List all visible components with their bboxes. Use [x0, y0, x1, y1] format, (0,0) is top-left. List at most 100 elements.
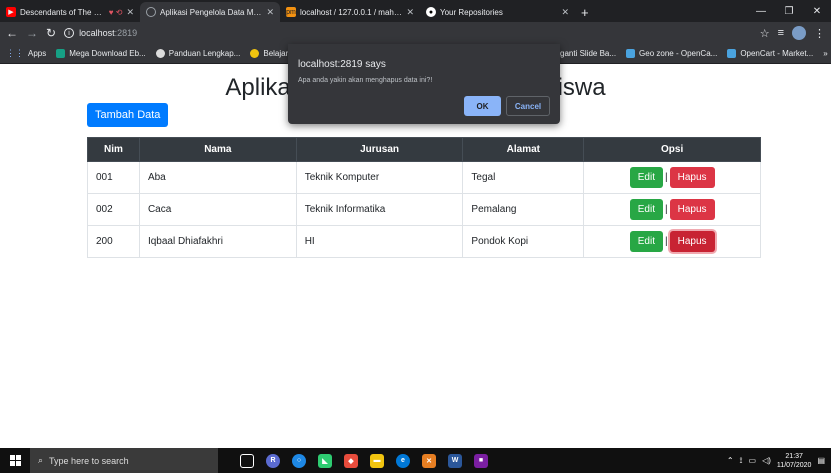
- bookmark-mega-download[interactable]: Mega Download Eb...: [56, 49, 146, 58]
- cell-opsi: Edit | Hapus: [583, 225, 761, 258]
- globe-icon: [146, 7, 156, 17]
- bookmark-label: Apps: [28, 49, 47, 58]
- bookmark-geo-zone[interactable]: Geo zone - OpenCa...: [626, 49, 717, 58]
- bookmark-label: Panduan Lengkap...: [168, 49, 241, 58]
- bookmark-icon: [56, 49, 66, 58]
- more-bookmarks-icon[interactable]: »: [823, 49, 827, 58]
- back-icon[interactable]: ←: [6, 26, 18, 40]
- playlist-icon[interactable]: ≡: [778, 27, 784, 39]
- address-bar: ← → ↻ i localhost:2819 ☆ ≡ ⋮: [0, 22, 831, 44]
- taskbar-apps: R ○ ◣ ◆ ▬ e ✕ W ■: [240, 453, 488, 468]
- star-icon[interactable]: ☆: [760, 27, 770, 40]
- cell-nim: 200: [87, 225, 140, 258]
- minimize-icon[interactable]: —: [747, 0, 775, 22]
- bookmark-icon: [250, 49, 260, 58]
- forward-icon[interactable]: →: [26, 26, 38, 40]
- dialog-message: Apa anda yakin akan menghapus data ini?!: [298, 77, 433, 84]
- tab-label: localhost / 127.0.0.1 / mahasiswa: [300, 7, 403, 17]
- delete-button[interactable]: Hapus: [669, 199, 715, 220]
- notifications-icon[interactable]: ▤: [817, 456, 825, 465]
- edit-button[interactable]: Edit: [629, 167, 663, 188]
- ok-button[interactable]: OK: [464, 96, 501, 116]
- word-icon[interactable]: W: [448, 453, 462, 468]
- app-icon[interactable]: ◆: [344, 453, 358, 468]
- bookmark-ganti-slide[interactable]: ganti Slide Ba...: [560, 49, 616, 58]
- cell-jurusan: HI: [295, 225, 464, 258]
- app-icon[interactable]: ■: [474, 453, 488, 468]
- volume-icon[interactable]: ◁): [762, 456, 771, 465]
- dialog-title: localhost:2819 says: [298, 59, 386, 70]
- reload-icon[interactable]: ↻: [46, 26, 56, 40]
- tab-descendants-of-the-sun[interactable]: ▶ Descendants of The Sun ♥ ⟲ ✕: [0, 2, 140, 22]
- confirm-dialog: localhost:2819 says Apa anda yakin akan …: [288, 44, 560, 124]
- app-icon[interactable]: ○: [292, 453, 306, 468]
- edit-button[interactable]: Edit: [629, 199, 663, 220]
- new-tab-button[interactable]: +: [575, 2, 595, 22]
- bookmark-opencart[interactable]: OpenCart - Market...: [727, 49, 813, 58]
- clock-time: 21:37: [785, 452, 803, 460]
- add-data-button[interactable]: Tambah Data: [87, 103, 169, 127]
- cell-jurusan: Teknik Informatika: [295, 193, 464, 226]
- cell-nim: 001: [87, 161, 140, 194]
- browser-tab-strip: ▶ Descendants of The Sun ♥ ⟲ ✕ Aplikasi …: [0, 0, 831, 22]
- clock[interactable]: 21:37 11/07/2020: [777, 452, 812, 470]
- delete-button[interactable]: Hapus: [669, 231, 715, 252]
- cell-nama: Caca: [138, 193, 297, 226]
- youtube-icon: ▶: [6, 7, 16, 17]
- close-icon[interactable]: ✕: [126, 7, 134, 18]
- delete-button[interactable]: Hapus: [669, 167, 715, 188]
- tab-phpmyadmin[interactable]: pm localhost / 127.0.0.1 / mahasiswa ✕: [280, 2, 420, 22]
- table-row: 200 Iqbaal Dhiafakhri HI Pondok Kopi Edi…: [87, 225, 761, 258]
- close-icon[interactable]: ✕: [406, 7, 414, 18]
- windows-taskbar: ⌕ Type here to search R ○ ◣ ◆ ▬ e ✕ W ■ …: [0, 448, 831, 473]
- task-view-icon[interactable]: [240, 453, 254, 468]
- restore-icon[interactable]: ❐: [775, 0, 803, 22]
- column-header-opsi: Opsi: [583, 137, 761, 162]
- app-icon[interactable]: R: [266, 453, 280, 468]
- xampp-icon[interactable]: ✕: [422, 453, 436, 468]
- cell-alamat: Pondok Kopi: [462, 225, 585, 258]
- bookmark-label: Geo zone - OpenCa...: [639, 49, 718, 58]
- close-icon[interactable]: ✕: [266, 7, 274, 18]
- window-controls: — ❐ ✕: [747, 0, 831, 22]
- search-placeholder: Type here to search: [49, 455, 129, 466]
- bookmark-icon: [727, 49, 737, 58]
- bookmark-label: ganti Slide Ba...: [560, 49, 617, 58]
- clock-date: 11/07/2020: [776, 461, 812, 469]
- close-icon[interactable]: ✕: [561, 7, 569, 18]
- system-tray: ⌃ ⟟ ▭ ◁) 21:37 11/07/2020 ▤: [727, 452, 831, 470]
- bookmark-label: OpenCart - Market...: [740, 49, 814, 58]
- button-separator: |: [664, 172, 668, 183]
- chevron-up-icon[interactable]: ⌃: [727, 456, 734, 465]
- close-window-icon[interactable]: ✕: [803, 0, 831, 22]
- avatar[interactable]: [792, 26, 806, 40]
- network-icon[interactable]: ⟟: [740, 456, 743, 466]
- menu-icon[interactable]: ⋮: [814, 27, 825, 40]
- cancel-button[interactable]: Cancel: [506, 96, 550, 116]
- windows-start-icon[interactable]: [0, 455, 30, 466]
- tab-label: Aplikasi Pengelola Data Mahasisw: [160, 7, 263, 17]
- bookmark-apps[interactable]: ⋮⋮ Apps: [6, 48, 46, 59]
- github-icon: ●: [426, 7, 436, 17]
- bookmark-panduan[interactable]: Panduan Lengkap...: [155, 49, 241, 58]
- battery-icon[interactable]: ▭: [749, 456, 757, 465]
- column-header-nim: Nim: [87, 137, 140, 162]
- cell-nama: Iqbaal Dhiafakhri: [138, 225, 297, 258]
- tab-repositories[interactable]: ● Your Repositories ✕: [420, 2, 575, 22]
- student-table: Nim Nama Jurusan Alamat Opsi 001 Aba Tek…: [87, 137, 761, 258]
- button-separator: |: [664, 204, 668, 215]
- app-icon[interactable]: ◣: [318, 453, 332, 468]
- taskbar-search-input[interactable]: ⌕ Type here to search: [30, 448, 218, 473]
- info-icon[interactable]: i: [64, 28, 75, 38]
- url-field[interactable]: i localhost:2819: [64, 28, 137, 38]
- tab-aplikasi[interactable]: Aplikasi Pengelola Data Mahasisw ✕: [140, 2, 280, 22]
- phpmyadmin-icon: pm: [286, 7, 296, 17]
- edge-icon[interactable]: e: [396, 453, 410, 468]
- cell-nama: Aba: [138, 161, 297, 194]
- bookmark-icon: [626, 49, 636, 58]
- search-icon: ⌕: [38, 455, 44, 465]
- cell-alamat: Pemalang: [462, 193, 585, 226]
- file-explorer-icon[interactable]: ▬: [370, 453, 384, 468]
- button-separator: |: [664, 236, 668, 247]
- edit-button[interactable]: Edit: [629, 231, 663, 252]
